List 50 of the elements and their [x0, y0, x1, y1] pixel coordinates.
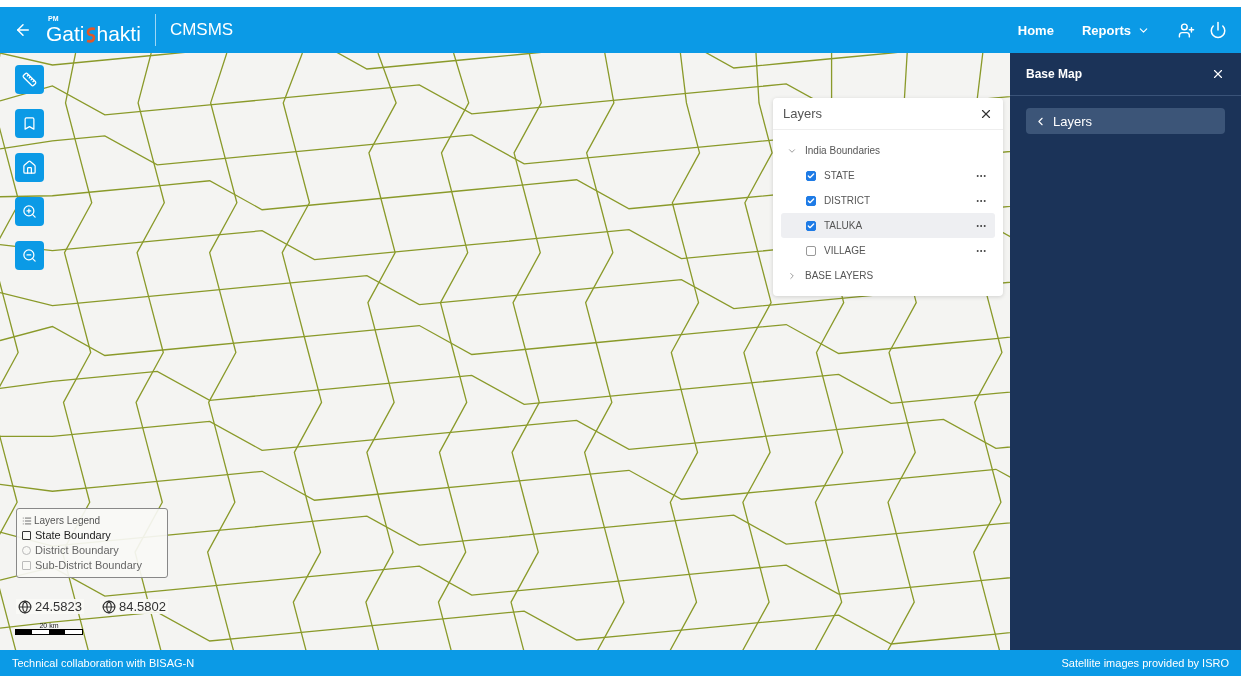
layer-row[interactable]: VILLAGE [781, 238, 995, 263]
layer-group-label: BASE LAYERS [805, 270, 875, 281]
panel-title: Layers [783, 106, 823, 121]
layer-group[interactable]: India Boundaries [781, 138, 995, 163]
checkbox[interactable] [806, 195, 816, 206]
layer-label: TALUKA [824, 220, 864, 231]
layer-row[interactable]: TALUKA [781, 213, 995, 238]
home-icon [22, 160, 37, 175]
footer-text: Technical collaboration with BISAG-N [12, 657, 195, 669]
logo-swoosh-icon [84, 25, 97, 44]
legend-label: Sub-District Boundary [35, 559, 142, 571]
close-button[interactable] [1211, 67, 1225, 81]
back-button[interactable] [14, 21, 32, 39]
scale-bar [15, 629, 83, 635]
measure-button[interactable] [15, 65, 44, 94]
longitude-icon [102, 599, 116, 614]
checkbox[interactable] [806, 170, 816, 181]
zoom-in-button[interactable] [15, 197, 44, 226]
panel-title: Base Map [1026, 67, 1083, 81]
latitude-value: 24.5823 [35, 599, 82, 614]
checkbox[interactable] [806, 220, 816, 231]
zoom-in-icon [22, 204, 37, 219]
legend-title: Layers Legend [34, 515, 101, 526]
zoom-out-icon [22, 248, 37, 263]
longitude-value: 84.5802 [119, 599, 166, 614]
legend-label: District Boundary [35, 544, 119, 556]
layer-label: STATE [824, 170, 856, 181]
bookmark-icon [22, 116, 37, 131]
layer-group-label: India Boundaries [805, 145, 882, 156]
back-button[interactable]: Layers [1026, 108, 1225, 134]
layer-row[interactable]: STATE [781, 163, 995, 188]
add-user-button[interactable] [1178, 21, 1195, 39]
layer-group[interactable]: BASE LAYERS [781, 263, 995, 288]
zoom-out-button[interactable] [15, 241, 44, 270]
bookmark-button[interactable] [15, 109, 44, 138]
latitude-icon [18, 599, 32, 614]
layer-row[interactable]: DISTRICT [781, 188, 995, 213]
layer-label: VILLAGE [824, 245, 867, 256]
close-icon [1211, 67, 1225, 81]
checkbox[interactable] [806, 245, 816, 256]
home-button[interactable] [15, 153, 44, 182]
ruler-icon [22, 72, 37, 87]
power-button[interactable] [1209, 21, 1227, 39]
app-name: CMSMS [169, 20, 234, 40]
list-icon [22, 515, 32, 526]
legend-label: State Boundary [35, 529, 111, 541]
add-user-icon [1178, 21, 1195, 39]
power-icon [1209, 21, 1227, 39]
footer-text: Satellite images provided by ISRO [1061, 657, 1229, 669]
layer-label: DISTRICT [824, 195, 872, 206]
